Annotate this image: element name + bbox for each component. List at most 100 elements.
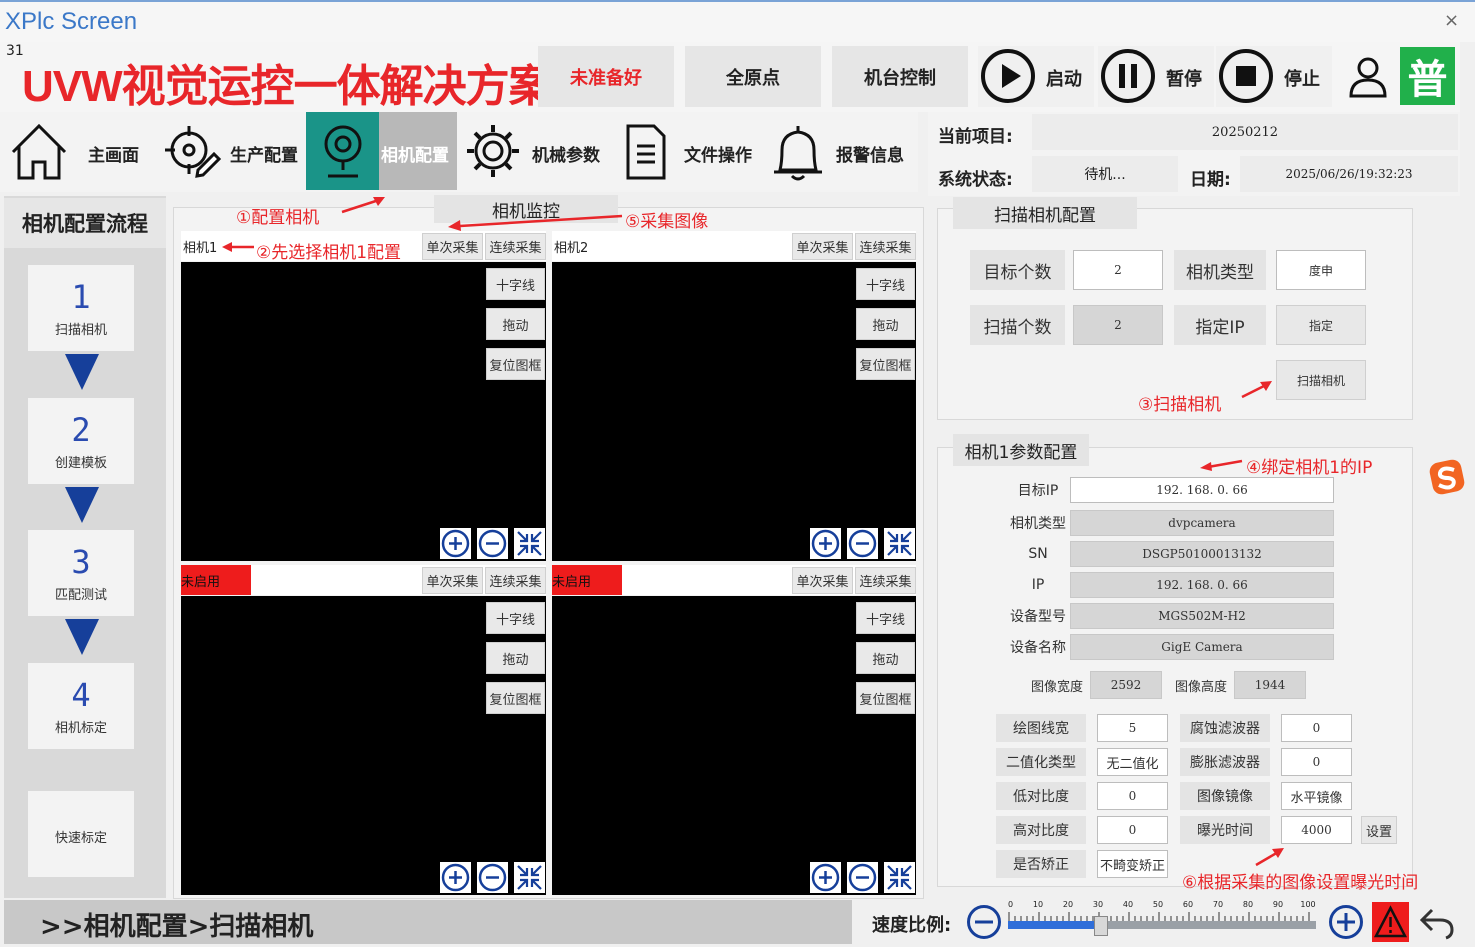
cam4-crosshair[interactable]: 十字线	[856, 602, 915, 634]
cam1-view[interactable]	[181, 262, 546, 561]
exposure-set-button[interactable]: 设置	[1361, 816, 1397, 844]
cam3-crosshair[interactable]: 十字线	[486, 602, 545, 634]
speed-tick-label: 100	[1300, 900, 1316, 909]
cam1-drag[interactable]: 拖动	[486, 308, 545, 340]
dilate-filter-field[interactable]: 0	[1281, 748, 1352, 776]
nav-item-mechanical[interactable]: 机械参数	[532, 141, 600, 166]
speed-label: 速度比例:	[872, 915, 952, 936]
home-icon[interactable]	[7, 120, 71, 184]
status-button[interactable]: 未准备好	[538, 46, 674, 107]
cam4-fit-icon[interactable]	[884, 862, 915, 893]
cam1-crosshair[interactable]: 十字线	[486, 268, 545, 300]
speed-tick-label: 50	[1152, 900, 1164, 909]
nav-item-production[interactable]: 生产配置	[230, 141, 298, 166]
speed-slider[interactable]: 0 10 20 30 40 50 60 70 80 90 100	[1008, 900, 1326, 942]
quick-calibration-button[interactable]: 快速标定	[27, 790, 135, 878]
cam3-continuous-capture[interactable]: 连续采集	[485, 567, 546, 594]
annotation-3: ③扫描相机	[1138, 395, 1222, 415]
cam2-single-capture[interactable]: 单次采集	[792, 233, 853, 260]
nav-item-alarm[interactable]: 报警信息	[836, 141, 904, 166]
high-contrast-field[interactable]: 0	[1097, 816, 1168, 844]
cam1-label[interactable]: 相机1	[183, 237, 217, 256]
cam2-continuous-capture[interactable]: 连续采集	[855, 233, 916, 260]
nav-item-camera-active[interactable]: 相机配置	[306, 112, 457, 190]
cam2-zoom-out-icon[interactable]	[847, 528, 878, 559]
device-name-field: GigE Camera	[1070, 634, 1334, 660]
image-mirror-select[interactable]: 水平镜像	[1281, 782, 1352, 810]
status-label: 系统状态:	[938, 170, 1013, 190]
cam3-drag[interactable]: 拖动	[486, 642, 545, 674]
cam3-zoom-out-icon[interactable]	[477, 862, 508, 893]
cam2-view[interactable]	[552, 262, 916, 561]
line-width-label: 绘图线宽	[996, 714, 1086, 742]
flow-step-1[interactable]: 1 扫描相机	[27, 264, 135, 352]
dilate-filter-label: 膨胀滤波器	[1180, 748, 1270, 776]
low-contrast-field[interactable]: 0	[1097, 782, 1168, 810]
scan-camera-button[interactable]: 扫描相机	[1276, 360, 1366, 400]
cam4-single-capture[interactable]: 单次采集	[792, 567, 853, 594]
speed-tick-label: 70	[1212, 900, 1224, 909]
cam3-single-capture[interactable]: 单次采集	[422, 567, 483, 594]
bell-icon[interactable]	[770, 122, 826, 182]
speed-tick-label: 40	[1122, 900, 1134, 909]
machine-control-button[interactable]: 机台控制	[832, 46, 968, 107]
gear-icon[interactable]	[464, 122, 522, 180]
nav-item-file[interactable]: 文件操作	[684, 141, 752, 166]
annotation-1: ①配置相机	[236, 208, 320, 228]
target-count-field[interactable]: 2	[1073, 250, 1163, 290]
close-icon[interactable]: ×	[1444, 10, 1459, 31]
binarize-type-select[interactable]: 无二值化	[1097, 748, 1168, 776]
cam4-zoom-in-icon[interactable]	[810, 862, 841, 893]
cam4-continuous-capture[interactable]: 连续采集	[855, 567, 916, 594]
annotation-3-arrow	[1241, 381, 1272, 399]
cam3-zoom-in-icon[interactable]	[440, 862, 471, 893]
cam2-zoom-in-icon[interactable]	[810, 528, 841, 559]
pause-icon	[1101, 49, 1155, 103]
title-bar	[0, 0, 1475, 42]
flow-step-3[interactable]: 3 匹配测试	[27, 529, 135, 617]
distortion-correct-select[interactable]: 不畸变矫正	[1097, 850, 1168, 878]
alarm-warning-icon[interactable]	[1372, 902, 1409, 942]
camera-type-field[interactable]: 度申	[1276, 250, 1366, 290]
speed-decrease-icon[interactable]	[966, 904, 1002, 940]
cam1-continuous-capture[interactable]: 连续采集	[485, 233, 546, 260]
cam2-crosshair[interactable]: 十字线	[856, 268, 915, 300]
speed-ruler	[1008, 912, 1310, 921]
stop-button[interactable]: 停止	[1216, 46, 1332, 107]
cam1-reset-frame[interactable]: 复位图框	[486, 348, 545, 380]
stop-label: 停止	[1284, 69, 1320, 90]
cam3-fit-icon[interactable]	[514, 862, 545, 893]
user-icon[interactable]	[1345, 54, 1391, 100]
flow-step-4[interactable]: 4 相机标定	[27, 662, 135, 750]
cam3-reset-frame[interactable]: 复位图框	[486, 682, 545, 714]
flow-step-2[interactable]: 2 创建模板	[27, 397, 135, 485]
cam1-zoom-in-icon[interactable]	[440, 528, 471, 559]
cam2-fit-icon[interactable]	[884, 528, 915, 559]
cam1-zoom-out-icon[interactable]	[477, 528, 508, 559]
cam2-label[interactable]: 相机2	[554, 237, 588, 256]
cam4-zoom-out-icon[interactable]	[847, 862, 878, 893]
back-icon[interactable]	[1418, 904, 1456, 940]
pause-button[interactable]: 暂停	[1098, 46, 1214, 107]
cam1-fit-icon[interactable]	[514, 528, 545, 559]
speed-thumb[interactable]	[1094, 916, 1108, 936]
document-icon[interactable]	[622, 120, 670, 184]
line-width-field[interactable]: 5	[1097, 714, 1168, 742]
target-ip-field[interactable]: 192. 168. 0. 66	[1070, 477, 1334, 503]
crosshair-pen-icon[interactable]	[162, 122, 222, 182]
assign-button[interactable]: 指定	[1276, 305, 1366, 345]
cam3-view[interactable]	[181, 596, 546, 895]
nav-item-main[interactable]: 主画面	[88, 141, 139, 166]
speed-increase-icon[interactable]	[1328, 904, 1364, 940]
cam2-reset-frame[interactable]: 复位图框	[856, 348, 915, 380]
exposure-field[interactable]: 4000	[1281, 816, 1352, 844]
erode-filter-field[interactable]: 0	[1281, 714, 1352, 742]
cam4-view[interactable]	[552, 596, 916, 895]
cam4-reset-frame[interactable]: 复位图框	[856, 682, 915, 714]
annotation-4-arrow	[1200, 459, 1243, 471]
cam4-drag[interactable]: 拖动	[856, 642, 915, 674]
start-button[interactable]: 启动	[978, 46, 1094, 107]
home-all-button[interactable]: 全原点	[685, 46, 821, 107]
cam1-single-capture[interactable]: 单次采集	[422, 233, 483, 260]
cam2-drag[interactable]: 拖动	[856, 308, 915, 340]
